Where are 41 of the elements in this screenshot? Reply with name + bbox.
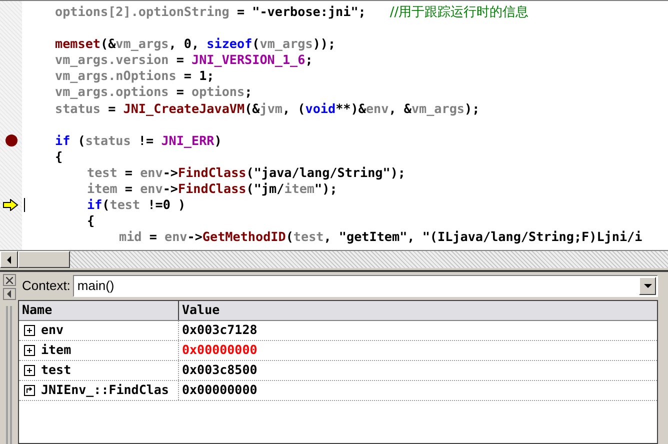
code-line: status = JNI_CreateJavaVM(&jvm, (void**)&env, &vm_args); [55, 100, 480, 117]
code-line: { [87, 213, 95, 230]
code-line: if(test !=0 ) [87, 197, 186, 214]
expand-icon[interactable] [24, 365, 35, 376]
left-arrow-icon [6, 256, 12, 264]
context-value: main() [76, 277, 116, 296]
return-value-icon [24, 385, 35, 396]
context-label: Context: [21, 277, 70, 296]
scroll-left-button[interactable] [0, 251, 18, 268]
caret-icon [644, 284, 652, 288]
code-line: mid = env->GetMethodID(test, "getItem", "(ILjava/lang/String;F)Ljni/i [119, 229, 642, 246]
code-editor[interactable] [0, 0, 668, 250]
dropdown-arrow-button[interactable] [639, 277, 656, 295]
expand-icon[interactable] [24, 345, 35, 356]
variable-value: 0x00000000 [182, 341, 258, 360]
code-line: memset(&vm_args, 0, sizeof(vm_args)); [55, 36, 336, 52]
code-line: options[2].optionString = "-verbose:jni"; //用于跟踪运行时的信息 [55, 4, 529, 21]
left-arrow-icon [6, 290, 12, 298]
close-button[interactable] [2, 274, 16, 286]
close-icon [6, 276, 12, 284]
variable-value: 0x003c7128 [182, 321, 258, 340]
variable-name: item [41, 341, 72, 360]
code-line: vm_args.options = options; [55, 84, 252, 101]
code-line: { [55, 148, 63, 165]
collapse-button[interactable] [2, 288, 16, 300]
variable-name: test [41, 361, 72, 380]
scroll-thumb[interactable] [18, 251, 70, 268]
variable-name: JNIEnv_::FindClas [41, 381, 169, 400]
variable-name: env [41, 321, 64, 340]
context-dropdown[interactable]: main() [73, 275, 658, 297]
text-cursor [24, 198, 25, 212]
expand-icon[interactable] [24, 325, 35, 336]
code-line: vm_args.nOptions = 1; [55, 68, 214, 84]
variable-value: 0x003c8500 [182, 361, 258, 380]
code-line: test = env->FindClass("java/lang/String"); [87, 164, 406, 182]
panel-grip[interactable] [6, 306, 12, 444]
code-line: vm_args.version = JNI_VERSION_1_6; [55, 52, 313, 68]
variable-value: 0x00000000 [182, 381, 258, 400]
breakpoint-icon[interactable] [4, 134, 18, 148]
code-line: if (status != JNI_ERR) [55, 132, 222, 149]
code-line: item = env->FindClass("jm/item"); [87, 181, 338, 198]
